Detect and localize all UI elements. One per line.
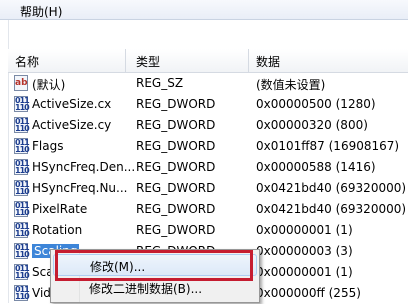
value-name: Rotation <box>32 223 82 237</box>
binary-value-icon: 011110 <box>14 96 28 112</box>
value-name-text: PixelRate <box>32 202 87 216</box>
value-type: REG_DWORD <box>136 202 215 216</box>
value-name-text: HSyncFreq.Nu... <box>32 181 127 195</box>
value-name: ActiveSize.cx <box>32 97 111 111</box>
context-menu: 修改(M)... 修改二进制数据(B)... <box>50 249 260 303</box>
value-data: 0x000000ff (255) <box>256 286 361 300</box>
column-header-data[interactable]: 数据 <box>256 53 280 70</box>
column-divider[interactable] <box>248 49 249 72</box>
menu-bar: l 帮助(H) <box>0 0 408 20</box>
registry-value-row[interactable]: 011110 ActiveSize.cy REG_DWORD 0x00000320 (… <box>8 115 408 136</box>
menu-item-modify-binary[interactable]: 修改二进制数据(B)... <box>53 277 257 299</box>
value-type: REG_SZ <box>136 76 183 90</box>
column-divider[interactable] <box>125 49 126 72</box>
value-name-text: Rotation <box>32 223 82 237</box>
value-data: (数值未设置) <box>256 76 325 93</box>
registry-value-row[interactable]: 011110 Rotation REG_DWORD 0x00000001 (1) <box>8 220 408 241</box>
value-data: 0x00000320 (800) <box>256 118 368 132</box>
binary-value-icon: 011110 <box>14 243 28 259</box>
registry-value-row[interactable]: 011110 HSyncFreq.Den...REG_DWORD 0x0000058… <box>8 157 408 178</box>
binary-value-icon: 011110 <box>14 180 28 196</box>
binary-value-icon: 011110 <box>14 138 28 154</box>
binary-value-icon: 011110 <box>14 201 28 217</box>
binary-value-icon: 011110 <box>14 222 28 238</box>
binary-value-icon: 011110 <box>14 117 28 133</box>
value-name: HSyncFreq.Nu... <box>32 181 127 195</box>
menu-item-modify-label: 修改(M)... <box>90 258 145 275</box>
registry-value-row[interactable]: 011110 PixelRate REG_DWORD 0x0421bd40 (6932… <box>8 199 408 220</box>
value-type: REG_DWORD <box>136 139 215 153</box>
value-type: REG_DWORD <box>136 181 215 195</box>
value-name: ActiveSize.cy <box>32 118 111 132</box>
value-data: 0x00000001 (1) <box>256 223 353 237</box>
value-data: 0x0421bd40 (69320000) <box>256 202 406 216</box>
registry-value-row[interactable]: 011110 Flags REG_DWORD 0x0101ff87 (16908167… <box>8 136 408 157</box>
value-data: 0x0421bd40 (69320000) <box>256 181 406 195</box>
binary-value-icon: 011110 <box>14 264 28 280</box>
binary-value-icon: 011110 <box>14 285 28 301</box>
value-name-text: HSyncFreq.Den... <box>32 160 135 174</box>
column-header-name[interactable]: 名称 <box>15 53 39 70</box>
string-value-icon: ab <box>14 75 28 91</box>
value-data: 0x0101ff87 (16908167) <box>256 139 399 153</box>
value-data: 0x00000001 (1) <box>256 265 353 279</box>
value-type: REG_DWORD <box>136 160 215 174</box>
registry-value-row[interactable]: 011110 HSyncFreq.Nu... REG_DWORD 0x0421bd40… <box>8 178 408 199</box>
menu-item-modify-binary-label: 修改二进制数据(B)... <box>89 280 202 297</box>
value-type: REG_DWORD <box>136 118 215 132</box>
value-name-text: ActiveSize.cx <box>32 97 111 111</box>
value-name: HSyncFreq.Den... <box>32 160 135 174</box>
value-name-text: (默认) <box>32 78 65 92</box>
value-data: 0x00000588 (1416) <box>256 160 376 174</box>
value-data: 0x00000500 (1280) <box>256 97 376 111</box>
value-type: REG_DWORD <box>136 223 215 237</box>
registry-value-row[interactable]: ab (默认) REG_SZ (数值未设置) <box>8 73 408 94</box>
value-name: (默认) <box>32 76 65 93</box>
value-name: Flags <box>32 139 63 153</box>
menu-item-modify[interactable]: 修改(M)... <box>53 254 257 276</box>
value-data: 0x00000003 (3) <box>256 244 353 258</box>
value-name: PixelRate <box>32 202 87 216</box>
value-name-text: ActiveSize.cy <box>32 118 111 132</box>
column-header-type[interactable]: 类型 <box>136 53 160 70</box>
value-name-text: Flags <box>32 139 63 153</box>
menu-item-help[interactable]: 帮助(H) <box>20 3 62 20</box>
value-type: REG_DWORD <box>136 97 215 111</box>
list-header: 名称 类型 数据 <box>8 49 408 73</box>
binary-value-icon: 011110 <box>14 159 28 175</box>
registry-value-row[interactable]: 011110 ActiveSize.cx REG_DWORD 0x00000500 (… <box>8 94 408 115</box>
